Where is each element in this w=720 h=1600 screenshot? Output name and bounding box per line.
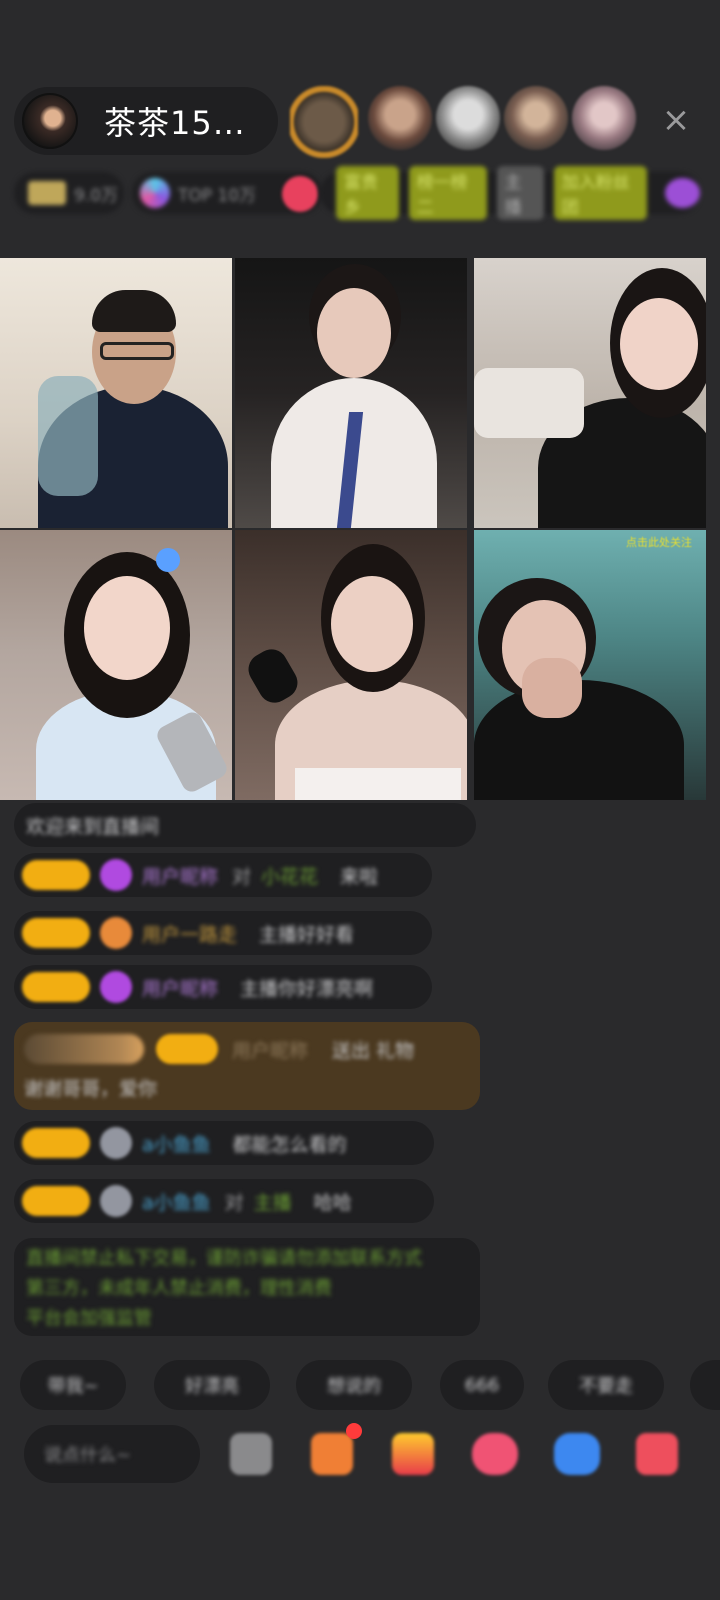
highlight-chat-message[interactable]: 用户昵称 送出 礼物 谢谢哥哥，爱你 — [14, 1022, 480, 1110]
chat-text-line2: 谢谢哥哥，爱你 — [24, 1078, 158, 1100]
quick-reply-chip[interactable]: 不要走 — [548, 1360, 664, 1410]
diamond-icon — [100, 859, 132, 891]
comment-input[interactable]: 说点什么~ — [24, 1425, 200, 1483]
heart-icon[interactable] — [472, 1433, 518, 1475]
viewer-avatar-5[interactable] — [572, 86, 636, 150]
chat-text: 主播好好看 — [259, 923, 355, 946]
chat-username[interactable]: 用户一路走 — [142, 920, 237, 947]
video-tile-4[interactable] — [0, 530, 232, 800]
chat-username[interactable]: 用户昵称 — [232, 1036, 308, 1063]
chat-target[interactable]: 小花花 — [261, 862, 318, 889]
chat-system-line: 欢迎来到直播间 — [14, 803, 476, 847]
viewer-avatar-4[interactable] — [504, 86, 568, 150]
chat-text: 送出 礼物 — [332, 1039, 415, 1062]
more-icon[interactable] — [230, 1433, 272, 1475]
notification-dot — [346, 1423, 362, 1439]
notice-line: 平台会加强监管 — [26, 1308, 152, 1329]
info-row: 9.0万 TOP 10万 富贵乡 榜一榜二 主播 加入粉丝团 — [14, 166, 706, 220]
hot-value: 9.0万 — [74, 185, 119, 206]
avatar-icon — [100, 1185, 132, 1217]
gift-icon[interactable] — [392, 1433, 434, 1475]
host-avatar[interactable] — [22, 93, 78, 149]
video-tile-1[interactable] — [0, 258, 232, 528]
tile-follow-tag[interactable]: 点击此处关注 — [626, 534, 692, 550]
level-badge — [22, 918, 90, 948]
quick-reply-chip[interactable]: 带我~ — [20, 1360, 126, 1410]
diamond-icon — [100, 971, 132, 1003]
tag-2: 榜一榜二 — [408, 166, 487, 220]
live-record-icon[interactable] — [282, 176, 318, 212]
quick-reply-chip[interactable]: 想说的 — [296, 1360, 412, 1410]
noble-badge — [24, 1034, 144, 1064]
chat-message[interactable]: a小鱼鱼 都能怎么看的 — [14, 1121, 434, 1165]
tag-1: 富贵乡 — [336, 166, 399, 220]
level-badge — [156, 1034, 218, 1064]
rank-label: TOP 10万 — [178, 185, 257, 206]
level-badge — [22, 1128, 90, 1158]
quick-reply-row: 带我~ 好漂亮 想说的 666 不要走 — [20, 1360, 720, 1410]
chat-message[interactable]: 用户一路走 主播好好看 — [14, 911, 432, 955]
chat-text: 来啦 — [340, 865, 379, 888]
bottom-toolbar: 说点什么~ — [0, 1423, 720, 1485]
fan-badge-icon — [100, 917, 132, 949]
video-tile-2[interactable] — [235, 258, 467, 528]
tag-3: 主播 — [496, 166, 544, 220]
tags-chip[interactable]: 富贵乡 榜一榜二 主播 加入粉丝团 — [320, 166, 701, 220]
level-badge — [22, 860, 90, 890]
chat-username[interactable]: a小鱼鱼 — [142, 1130, 211, 1157]
chat-message[interactable]: 用户昵称 主播你好漂亮啊 — [14, 965, 432, 1009]
notice-line: 第三方，未成年人禁止消费，理性消费 — [26, 1278, 332, 1299]
share-icon[interactable] — [554, 1433, 600, 1475]
rank-icon — [140, 178, 170, 208]
close-icon[interactable]: × — [656, 100, 696, 140]
hot-icon — [28, 181, 66, 205]
viewer-avatar-2[interactable] — [368, 86, 432, 150]
quick-reply-chip[interactable]: 666 — [440, 1360, 524, 1410]
store-icon[interactable] — [636, 1433, 678, 1475]
multi-guest-video-grid: 点击此处关注 — [0, 258, 706, 800]
chat-text: 主播你好漂亮啊 — [240, 977, 374, 1000]
gift-box-icon[interactable] — [311, 1433, 353, 1475]
chat-username[interactable]: 用户昵称 — [142, 862, 218, 889]
quick-reply-chip[interactable]: 好漂亮 — [154, 1360, 270, 1410]
platform-notice: 直播间禁止私下交易，谨防诈骗请勿添加联系方式 第三方，未成年人禁止消费，理性消费… — [14, 1238, 480, 1336]
video-tile-6[interactable]: 点击此处关注 — [474, 530, 706, 800]
viewer-avatar-1[interactable] — [290, 86, 358, 158]
fan-club-icon[interactable] — [665, 178, 701, 208]
video-tile-5[interactable] — [235, 530, 467, 800]
chat-message[interactable]: 用户昵称 对 小花花 来啦 — [14, 853, 432, 897]
chat-message[interactable]: a小鱼鱼 对 主播 哈哈 — [14, 1179, 434, 1223]
video-tile-3[interactable] — [474, 258, 706, 528]
chat-username[interactable]: 用户昵称 — [142, 974, 218, 1001]
notice-line: 直播间禁止私下交易，谨防诈骗请勿添加联系方式 — [26, 1248, 422, 1269]
avatar-icon — [100, 1127, 132, 1159]
host-info-pill[interactable]: 茶茶15… — [14, 87, 278, 155]
hot-value-chip[interactable]: 9.0万 — [14, 172, 124, 214]
level-badge — [22, 972, 90, 1002]
quick-reply-chip-more[interactable] — [690, 1360, 720, 1410]
viewer-avatar-3[interactable] — [436, 86, 500, 150]
tag-4: 加入粉丝团 — [553, 166, 648, 220]
level-badge — [22, 1186, 90, 1216]
chat-target[interactable]: 主播 — [254, 1188, 292, 1215]
chat-text: 哈哈 — [313, 1191, 352, 1214]
chat-text: 都能怎么看的 — [232, 1133, 347, 1156]
chat-username[interactable]: a小鱼鱼 — [142, 1188, 211, 1215]
host-name: 茶茶15… — [104, 104, 246, 142]
